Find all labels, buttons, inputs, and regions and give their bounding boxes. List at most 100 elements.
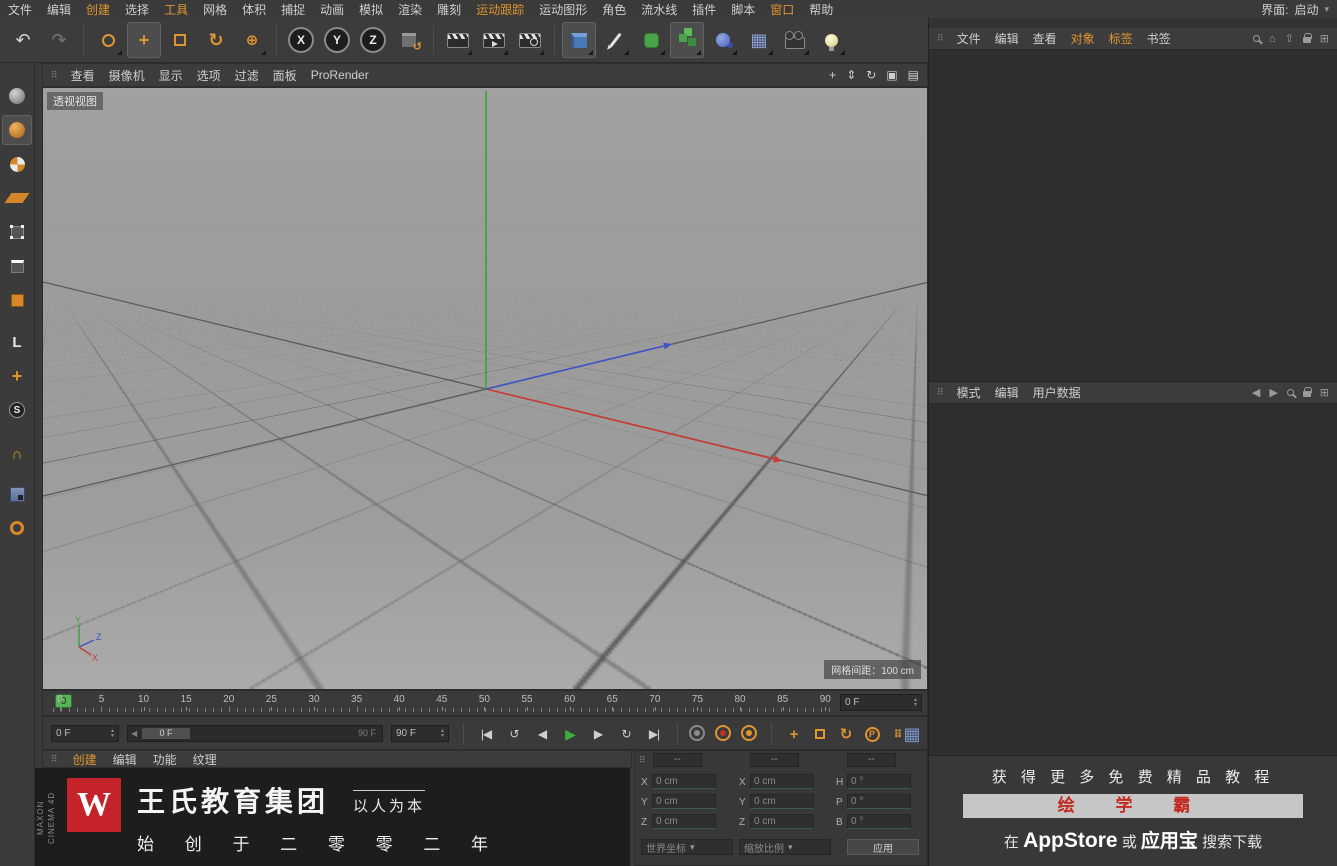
timeline-ruler[interactable]: 0 0 5 10 15 20 25 30 35 40 45 50 55 60 6…: [42, 690, 928, 716]
vp-menu-panel[interactable]: 面板: [273, 67, 297, 84]
coords-position-x-field[interactable]: 0 cm: [652, 774, 716, 789]
up-arrow-icon[interactable]: ⇧: [1285, 32, 1294, 45]
primitive-cube-button[interactable]: [562, 22, 596, 58]
vp-menu-display[interactable]: 显示: [159, 67, 183, 84]
field-button[interactable]: ▦: [742, 22, 776, 58]
render-view-button[interactable]: [441, 22, 475, 58]
timeline-window-button[interactable]: ▦: [901, 723, 923, 745]
points-mode-button[interactable]: [2, 217, 32, 247]
light-button[interactable]: [814, 22, 848, 58]
viewport-menu-icon[interactable]: ▤: [908, 68, 919, 82]
slider-left-arrow-icon[interactable]: ◀: [131, 728, 137, 739]
panel-add-icon[interactable]: ⊞: [1320, 386, 1329, 399]
keyframe-selection-button[interactable]: [741, 725, 757, 741]
search-icon[interactable]: [1286, 389, 1294, 396]
camera-button[interactable]: [778, 22, 812, 58]
key-position-toggle[interactable]: +: [783, 723, 805, 745]
drag-handle-icon[interactable]: ⠿: [639, 755, 646, 766]
coordinate-space-dropdown[interactable]: 世界坐标 ▾: [641, 839, 733, 855]
menu-item-mograph[interactable]: 运动图形: [539, 1, 587, 18]
drag-handle-icon[interactable]: ⠿: [937, 387, 944, 398]
coords-rotation-h-field[interactable]: 0 °: [847, 774, 911, 789]
start-frame-field[interactable]: 0 F ▴ ▾: [51, 725, 119, 742]
spinner-icons[interactable]: ▴ ▾: [914, 697, 917, 708]
coords-rotation-p-field[interactable]: 0 °: [847, 794, 911, 809]
autokey-button[interactable]: [715, 725, 731, 741]
menu-item-animate[interactable]: 动画: [320, 1, 344, 18]
workplane-lock-button[interactable]: [2, 479, 32, 509]
enable-axis-button[interactable]: +: [2, 361, 32, 391]
interface-selector[interactable]: 界面: 启动 ▾: [1261, 1, 1329, 18]
am-menu-edit[interactable]: 编辑: [995, 384, 1019, 401]
undo-button[interactable]: ↶: [6, 22, 40, 58]
range-slider-thumb[interactable]: 0 F: [142, 728, 190, 739]
object-manager-list[interactable]: [929, 50, 1337, 382]
viewport-pan-icon[interactable]: +: [829, 68, 836, 82]
om-menu-tags[interactable]: 标签: [1109, 30, 1133, 47]
attribute-manager-body[interactable]: [929, 404, 1337, 756]
coords-position-y-field[interactable]: 0 cm: [652, 794, 716, 809]
mat-menu-texture[interactable]: 纹理: [193, 751, 217, 768]
previous-key-button[interactable]: ↺: [501, 723, 527, 745]
menu-item-plugins[interactable]: 插件: [692, 1, 716, 18]
menu-item-file[interactable]: 文件: [8, 1, 32, 18]
coords-position-z-field[interactable]: 0 cm: [652, 814, 716, 829]
axis-modification-button[interactable]: L: [2, 327, 32, 357]
am-menu-userdata[interactable]: 用户数据: [1033, 384, 1081, 401]
coordinate-system-toggle[interactable]: ↺: [392, 22, 426, 58]
coords-rotation-b-field[interactable]: 0 °: [847, 814, 911, 829]
spline-pen-button[interactable]: [598, 22, 632, 58]
make-editable-button[interactable]: [2, 81, 32, 111]
coords-col3-header[interactable]: --: [847, 753, 896, 767]
coords-size-y-field[interactable]: 0 cm: [750, 794, 814, 809]
apply-button[interactable]: 应用: [847, 839, 919, 855]
viewport-orbit-icon[interactable]: ↻: [866, 68, 876, 82]
render-settings-button[interactable]: [513, 22, 547, 58]
menu-item-render[interactable]: 渲染: [398, 1, 422, 18]
move-tool[interactable]: +: [127, 22, 161, 58]
menu-item-volume[interactable]: 体积: [242, 1, 266, 18]
menu-item-select[interactable]: 选择: [125, 1, 149, 18]
ring-tool-button[interactable]: [2, 513, 32, 543]
goto-end-button[interactable]: ▶|: [641, 723, 667, 745]
z-axis-lock-button[interactable]: Z: [356, 22, 390, 58]
live-selection-tool[interactable]: [91, 22, 125, 58]
search-icon[interactable]: [1252, 35, 1260, 42]
rotate-tool[interactable]: ↻: [199, 22, 233, 58]
am-menu-mode[interactable]: 模式: [957, 384, 981, 401]
drag-handle-icon[interactable]: ⠿: [937, 33, 944, 44]
texture-mode-button[interactable]: [2, 149, 32, 179]
end-frame-field[interactable]: 90 F ▴ ▾: [391, 725, 449, 742]
lock-icon[interactable]: [1302, 33, 1312, 43]
menu-item-tools[interactable]: 工具: [164, 1, 188, 18]
mat-menu-create[interactable]: 创建: [73, 751, 97, 768]
lock-icon[interactable]: [1302, 387, 1312, 397]
home-icon[interactable]: ⌂: [1269, 33, 1276, 45]
om-menu-objects[interactable]: 对象: [1071, 30, 1095, 47]
array-generator-button[interactable]: [670, 22, 704, 58]
om-menu-edit[interactable]: 编辑: [995, 30, 1019, 47]
om-menu-file[interactable]: 文件: [957, 30, 981, 47]
coords-col1-header[interactable]: --: [653, 753, 702, 767]
menu-item-snap[interactable]: 捕捉: [281, 1, 305, 18]
menu-item-script[interactable]: 脚本: [731, 1, 755, 18]
vp-menu-prorender[interactable]: ProRender: [311, 68, 369, 82]
vp-menu-filter[interactable]: 过滤: [235, 67, 259, 84]
vp-menu-options[interactable]: 选项: [197, 67, 221, 84]
spinner-down-icon[interactable]: ▾: [441, 733, 444, 739]
current-frame-field[interactable]: 0 F ▴ ▾: [840, 694, 922, 711]
polygons-mode-button[interactable]: [2, 285, 32, 315]
volume-builder-button[interactable]: [706, 22, 740, 58]
subdivision-surface-button[interactable]: [634, 22, 668, 58]
om-menu-view[interactable]: 查看: [1033, 30, 1057, 47]
previous-frame-button[interactable]: ◀: [529, 723, 555, 745]
menu-item-mesh[interactable]: 网格: [203, 1, 227, 18]
menu-item-character[interactable]: 角色: [602, 1, 626, 18]
viewport-zoom-icon[interactable]: ⇕: [846, 68, 856, 82]
spinner-down-icon[interactable]: ▾: [914, 702, 917, 708]
menu-item-window[interactable]: 窗口: [770, 1, 794, 18]
menu-item-simulate[interactable]: 模拟: [359, 1, 383, 18]
snap-toggle-button[interactable]: ∩: [2, 439, 32, 469]
key-rotation-toggle[interactable]: ↻: [835, 723, 857, 745]
menu-item-create[interactable]: 创建: [86, 1, 110, 18]
